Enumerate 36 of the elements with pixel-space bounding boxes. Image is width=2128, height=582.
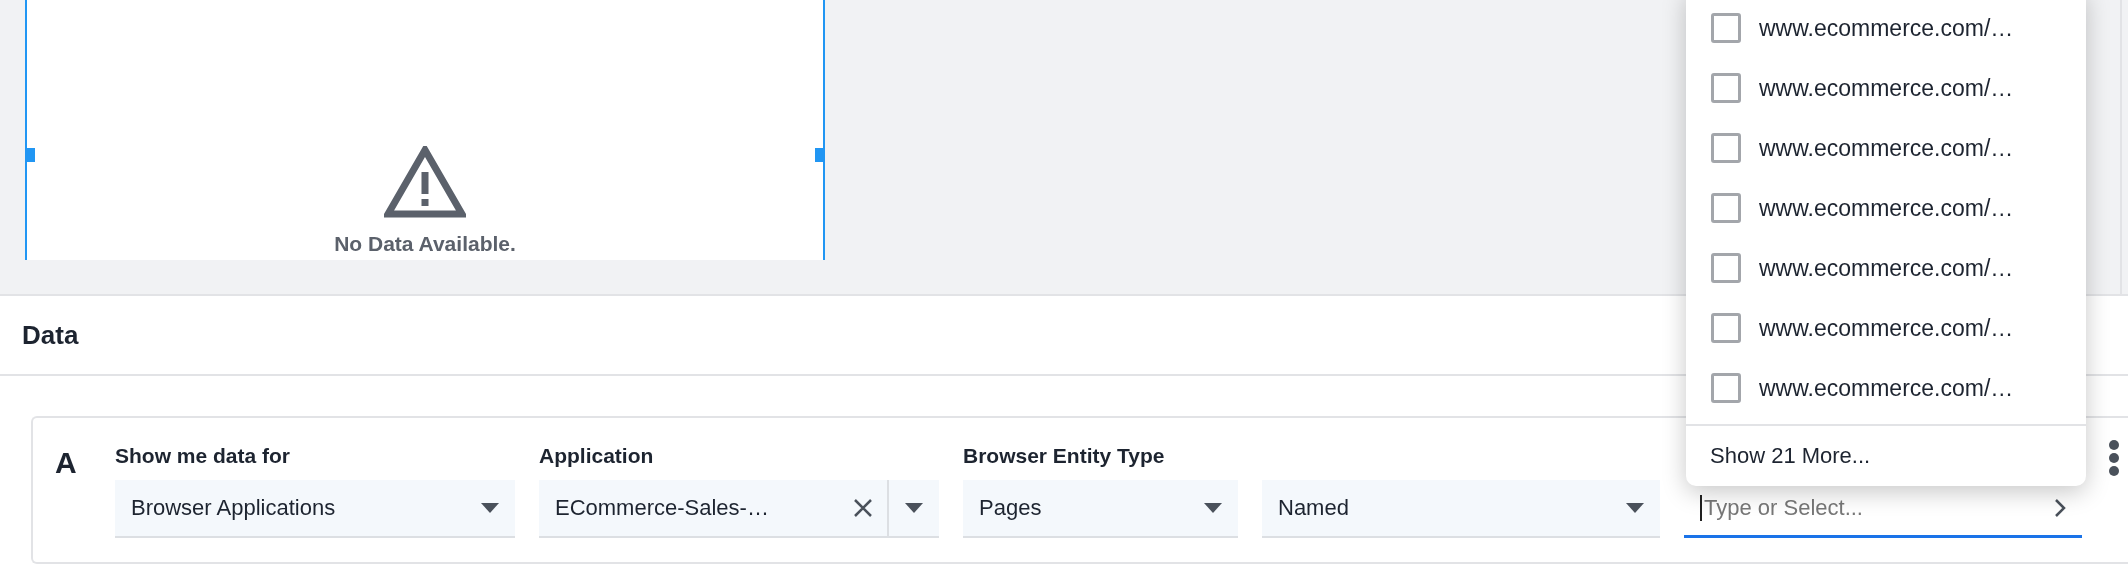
resize-handle[interactable]: [25, 148, 35, 162]
checkbox[interactable]: [1711, 313, 1741, 343]
more-icon[interactable]: [2108, 440, 2120, 476]
chart-panel[interactable]: No Data Available.: [25, 0, 825, 260]
option-label[interactable]: www.ecommerce.com/…: [1759, 314, 2014, 342]
select-field[interactable]: Browser Applications: [115, 480, 515, 538]
checkbox[interactable]: [1711, 253, 1741, 283]
checkbox[interactable]: [1711, 13, 1741, 43]
checkbox[interactable]: [1711, 193, 1741, 223]
field-label: Application: [539, 444, 655, 469]
option-label[interactable]: www.ecommerce.com/…: [1759, 134, 2014, 162]
checkbox[interactable]: [1711, 373, 1741, 403]
field-label: Show me data for: [115, 444, 292, 469]
option-label[interactable]: www.ecommerce.com/…: [1759, 14, 2014, 42]
show-more-link[interactable]: Show 21 More...: [1686, 424, 2086, 486]
checkbox[interactable]: [1711, 133, 1741, 163]
empty-message: No Data Available.: [334, 232, 516, 256]
resize-handle[interactable]: [815, 148, 825, 162]
chevron-right-icon: [2054, 497, 2066, 518]
caret-icon: [905, 503, 923, 513]
caret-icon: [1626, 503, 1644, 513]
option-label[interactable]: www.ecommerce.com/…: [1759, 74, 2014, 102]
field-label: Browser Entity Type: [963, 444, 1166, 469]
option-label[interactable]: www.ecommerce.com/…: [1759, 254, 2014, 282]
query-letter: A: [55, 446, 78, 480]
caret-icon: [481, 503, 499, 513]
clear-icon[interactable]: [853, 498, 873, 518]
warning-icon: [384, 146, 466, 218]
option-label[interactable]: www.ecommerce.com/…: [1759, 194, 2014, 222]
select-field[interactable]: Named: [1262, 480, 1660, 538]
select-field[interactable]: ECommerce-Sales-…: [539, 480, 939, 538]
caret-icon: [1204, 503, 1222, 513]
section-title: Data: [22, 319, 79, 351]
option-label[interactable]: www.ecommerce.com/…: [1759, 374, 2014, 402]
checkbox[interactable]: [1711, 73, 1741, 103]
select-field[interactable]: Pages: [963, 480, 1238, 538]
